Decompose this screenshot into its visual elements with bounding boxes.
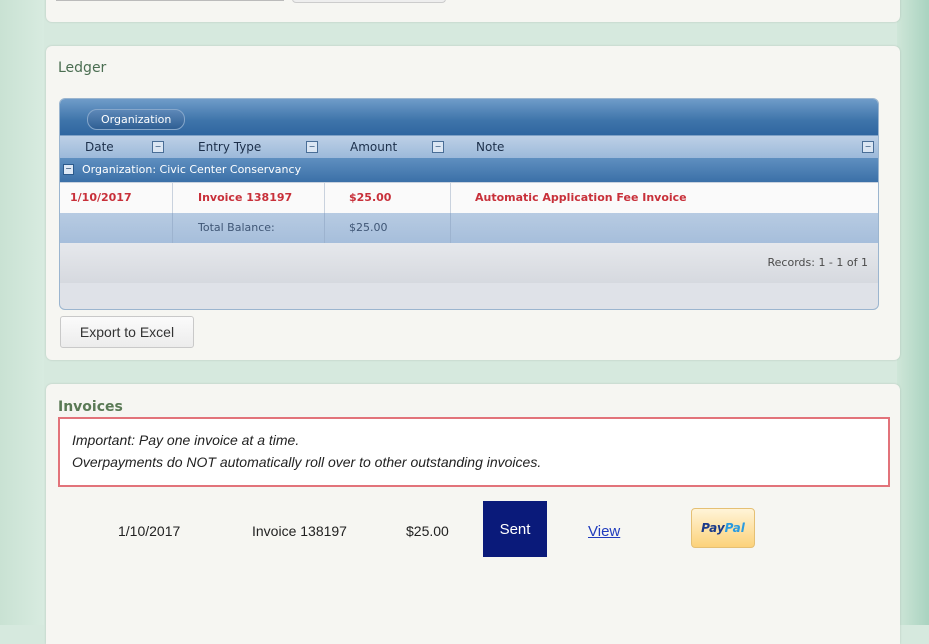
cell-amount: $25.00	[349, 191, 392, 204]
column-header-entry-type[interactable]: Entry Type	[198, 140, 261, 154]
invoices-panel: Invoices Important: Pay one invoice at a…	[46, 384, 900, 644]
invoice-status-sent-button[interactable]: Sent	[483, 501, 547, 557]
invoice-date: 1/10/2017	[118, 523, 181, 539]
export-to-excel-button[interactable]: Export to Excel	[60, 316, 194, 348]
grid-group-bar: Organization	[60, 99, 878, 135]
top-input-field[interactable]	[56, 0, 284, 1]
invoice-number: Invoice 138197	[252, 523, 347, 539]
view-invoice-link[interactable]: View	[588, 523, 620, 540]
paypal-logo-pay: Pay	[701, 521, 725, 535]
grid-pager: Records: 1 - 1 of 1	[60, 243, 878, 283]
total-label: Total Balance:	[198, 221, 275, 234]
cell-date: 1/10/2017	[70, 191, 132, 204]
column-divider	[450, 183, 451, 213]
column-amount-menu-icon[interactable]: −	[432, 141, 444, 153]
ledger-title: Ledger	[58, 60, 107, 76]
group-row: − Organization: Civic Center Conservancy	[60, 158, 878, 182]
background-right	[897, 0, 929, 625]
paypal-logo-pal: Pal	[724, 521, 745, 535]
column-header-row: Date − Entry Type − Amount − Note −	[60, 135, 878, 158]
total-amount: $25.00	[349, 221, 388, 234]
column-entry-type-menu-icon[interactable]: −	[306, 141, 318, 153]
ledger-panel: Ledger Organization Date − Entry Type − …	[46, 46, 900, 360]
top-button[interactable]	[292, 0, 446, 3]
column-header-note[interactable]: Note	[476, 140, 504, 154]
cell-entry-type: Invoice 138197	[198, 191, 293, 204]
column-divider	[450, 213, 451, 243]
column-note-menu-icon[interactable]: −	[862, 141, 874, 153]
column-divider	[324, 183, 325, 213]
payment-notice: Important: Pay one invoice at a time. Ov…	[58, 417, 890, 487]
notice-line-2: Overpayments do NOT automatically roll o…	[72, 454, 542, 470]
column-divider	[172, 183, 173, 213]
column-header-amount[interactable]: Amount	[350, 140, 397, 154]
column-divider	[172, 213, 173, 243]
invoice-amount: $25.00	[406, 523, 449, 539]
records-count: Records: 1 - 1 of 1	[767, 256, 869, 269]
total-row: Total Balance: $25.00	[60, 213, 878, 243]
cell-note: Automatic Application Fee Invoice	[475, 191, 687, 204]
column-divider	[324, 213, 325, 243]
collapse-icon[interactable]: −	[63, 164, 74, 175]
invoices-title: Invoices	[58, 399, 123, 415]
notice-line-1: Important: Pay one invoice at a time.	[72, 432, 300, 448]
group-chip-organization[interactable]: Organization	[87, 109, 186, 130]
paypal-button[interactable]: PayPal	[691, 508, 755, 548]
background-left	[0, 0, 44, 625]
top-panel	[46, 0, 900, 22]
ledger-grid: Organization Date − Entry Type − Amount …	[59, 98, 879, 310]
group-row-label: Organization: Civic Center Conservancy	[82, 163, 302, 176]
column-header-date[interactable]: Date	[85, 140, 114, 154]
column-date-menu-icon[interactable]: −	[152, 141, 164, 153]
table-row[interactable]: 1/10/2017 Invoice 138197 $25.00 Automati…	[60, 182, 878, 213]
